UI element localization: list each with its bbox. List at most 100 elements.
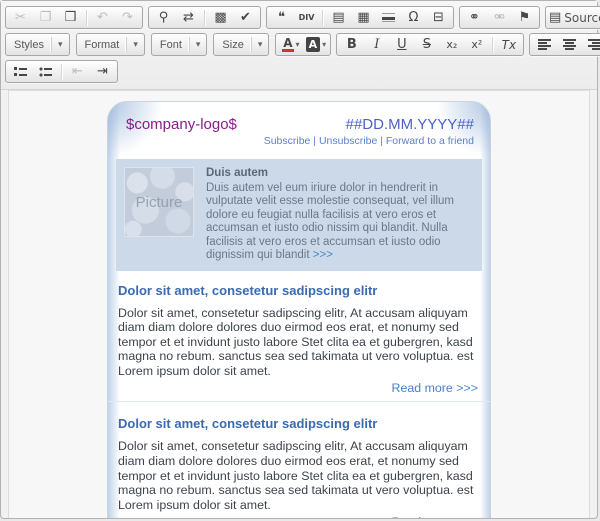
article-title: Dolor sit amet, consetetur sadipscing el… bbox=[118, 416, 378, 432]
cut-button[interactable]: ✂ bbox=[8, 7, 33, 28]
article: Dolor sit amet, consetetur sadipscing el… bbox=[108, 404, 490, 518]
page-break-icon: ⊟ bbox=[433, 10, 444, 25]
strikethrough-button[interactable]: S bbox=[414, 34, 439, 55]
separator bbox=[86, 9, 87, 26]
italic-button[interactable]: I bbox=[364, 34, 389, 55]
article-body: Dolor sit amet, consetetur sadipscing el… bbox=[118, 439, 474, 512]
special-character-button[interactable]: Ω bbox=[401, 7, 426, 28]
read-more-arrows: >>> bbox=[456, 515, 478, 518]
newsletter-header: $company-logo$ ##DD.MM.YYYY## Subscribe … bbox=[108, 112, 490, 157]
underline-button[interactable]: U bbox=[389, 34, 414, 55]
undo-button[interactable]: ↶ bbox=[90, 7, 115, 28]
insert-image-button[interactable]: ▤ bbox=[326, 7, 351, 28]
read-more-link[interactable]: Read more >>> bbox=[118, 515, 480, 518]
spell-check-button[interactable]: ✔ bbox=[233, 7, 258, 28]
unlink-button[interactable]: ⚮ bbox=[487, 7, 512, 28]
unlink-icon: ⚮ bbox=[494, 10, 505, 25]
source-group: ▤ Source ⟲ ⚲ bbox=[545, 6, 600, 29]
size-dropdown-label: Size bbox=[222, 38, 244, 51]
read-more-label: Read more bbox=[391, 381, 457, 396]
align-center-button[interactable] bbox=[557, 34, 582, 55]
align-right-button[interactable] bbox=[582, 34, 600, 55]
text-color-button[interactable]: A ▾ bbox=[278, 34, 303, 55]
chevron-down-icon: ▾ bbox=[322, 39, 327, 49]
clipboard-group: ✂ ❐ ❒ ↶ ↷ bbox=[5, 6, 143, 29]
create-div-button[interactable]: DIV bbox=[294, 7, 319, 28]
format-dropdown-label: Format bbox=[84, 38, 120, 51]
blockquote-icon: ❝ bbox=[278, 10, 285, 25]
background-color-button[interactable]: A ▾ bbox=[303, 34, 328, 55]
page-break-button[interactable]: ⊟ bbox=[426, 7, 451, 28]
copy-icon: ❐ bbox=[39, 10, 52, 25]
bold-button[interactable]: B bbox=[339, 34, 364, 55]
size-dropdown[interactable]: Size ▾ bbox=[213, 33, 270, 56]
basic-styles-group: B I U S x₂ x² Tx bbox=[336, 33, 525, 56]
horizontal-rule-button[interactable] bbox=[376, 7, 401, 28]
anchor-icon: ⚑ bbox=[518, 10, 531, 25]
div-icon: DIV bbox=[298, 12, 315, 22]
select-all-button[interactable]: ▩ bbox=[208, 7, 233, 28]
paste-icon: ❒ bbox=[64, 10, 77, 25]
find-group: ⚲ ⇄ ▩ ✔ bbox=[148, 6, 261, 29]
superscript-icon: x² bbox=[471, 38, 483, 51]
link-group: ⚭ ⚮ ⚑ bbox=[459, 6, 540, 29]
header-right: ##DD.MM.YYYY## Subscribe | Unsubscribe |… bbox=[264, 116, 474, 147]
remove-format-button[interactable]: Tx bbox=[496, 34, 521, 55]
editor-toolbar: ✂ ❐ ❒ ↶ ↷ ⚲ ⇄ ▩ ✔ ❝ DIV ▤ ▦ Ω ⊟ ⚭ ⚮ ⚑ ▤ … bbox=[1, 1, 600, 90]
read-more-link[interactable]: Read more >>> bbox=[118, 381, 480, 395]
decrease-indent-button[interactable]: ⇤ bbox=[65, 61, 90, 82]
chevron-down-icon: ▾ bbox=[126, 37, 144, 52]
format-dropdown[interactable]: Format ▾ bbox=[75, 33, 145, 56]
blockquote-button[interactable]: ❝ bbox=[269, 7, 294, 28]
insert-table-button[interactable]: ▦ bbox=[351, 7, 376, 28]
align-right-icon bbox=[588, 38, 600, 51]
replace-icon: ⇄ bbox=[183, 10, 194, 25]
source-icon: ▤ bbox=[549, 10, 562, 25]
numbered-list-icon bbox=[14, 65, 27, 78]
decrease-indent-icon: ⇤ bbox=[72, 64, 83, 79]
copy-button[interactable]: ❐ bbox=[33, 7, 58, 28]
superscript-button[interactable]: x² bbox=[464, 34, 489, 55]
paste-button[interactable]: ❒ bbox=[58, 7, 83, 28]
chevron-down-icon: ▾ bbox=[50, 37, 69, 52]
alignment-group bbox=[529, 33, 600, 56]
chevron-down-icon: ▾ bbox=[250, 37, 269, 52]
underline-icon: U bbox=[397, 37, 407, 52]
bulleted-list-button[interactable] bbox=[33, 61, 58, 82]
separator bbox=[322, 9, 323, 26]
redo-button[interactable]: ↷ bbox=[115, 7, 140, 28]
separator bbox=[204, 9, 205, 26]
horizontal-rule-icon bbox=[382, 11, 395, 24]
insert-group: ❝ DIV ▤ ▦ Ω ⊟ bbox=[266, 6, 454, 29]
bold-icon: B bbox=[346, 37, 357, 52]
read-more-label: Read more bbox=[392, 515, 457, 518]
editing-area[interactable]: $company-logo$ ##DD.MM.YYYY## Subscribe … bbox=[8, 90, 590, 518]
link-button[interactable]: ⚭ bbox=[462, 7, 487, 28]
styles-dropdown[interactable]: Styles ▾ bbox=[5, 33, 70, 56]
toolbar-row-1: ✂ ❐ ❒ ↶ ↷ ⚲ ⇄ ▩ ✔ ❝ DIV ▤ ▦ Ω ⊟ ⚭ ⚮ ⚑ ▤ … bbox=[5, 4, 600, 31]
styles-dropdown-label: Styles bbox=[14, 38, 44, 51]
article-body: Dolor sit amet, consetetur sadipscing el… bbox=[118, 305, 474, 378]
separator bbox=[492, 36, 494, 53]
align-left-icon bbox=[538, 38, 552, 51]
font-dropdown[interactable]: Font ▾ bbox=[150, 33, 208, 56]
article-title: Dolor sit amet, consetetur sadipscing el… bbox=[118, 282, 378, 298]
feature-more-link[interactable]: >>> bbox=[313, 249, 333, 261]
separator bbox=[61, 63, 62, 80]
spell-check-icon: ✔ bbox=[240, 10, 251, 25]
chevron-down-icon: ▾ bbox=[295, 39, 300, 49]
italic-icon: I bbox=[374, 37, 380, 52]
align-left-button[interactable] bbox=[532, 34, 557, 55]
increase-indent-button[interactable]: ⇥ bbox=[90, 61, 115, 82]
subscription-links[interactable]: Subscribe | Unsubscribe | Forward to a f… bbox=[264, 135, 474, 147]
subscript-button[interactable]: x₂ bbox=[439, 34, 464, 55]
source-button[interactable]: ▤ Source bbox=[548, 7, 600, 28]
replace-button[interactable]: ⇄ bbox=[176, 7, 201, 28]
anchor-button[interactable]: ⚑ bbox=[512, 7, 537, 28]
special-character-icon: Ω bbox=[408, 10, 419, 25]
numbered-list-button[interactable] bbox=[8, 61, 33, 82]
font-dropdown-label: Font bbox=[159, 38, 182, 51]
cut-icon: ✂ bbox=[15, 10, 26, 25]
read-more-arrows: >>> bbox=[456, 381, 478, 396]
find-button[interactable]: ⚲ bbox=[151, 7, 176, 28]
